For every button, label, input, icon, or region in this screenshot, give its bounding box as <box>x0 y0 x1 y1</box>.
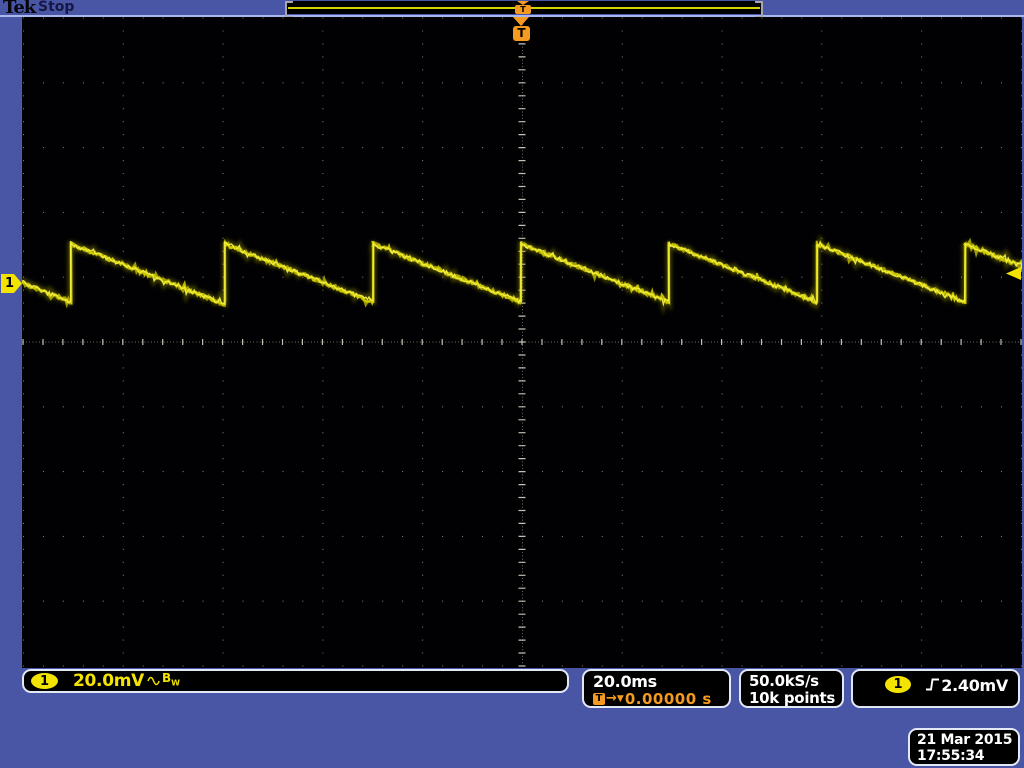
right-arrow-icon: → <box>606 690 617 706</box>
acquisition-preview-bar: T <box>285 1 763 18</box>
channel1-ground-marker: 1 <box>1 274 22 293</box>
sample-rate: 50.0kS/s <box>749 672 819 690</box>
acquisition-readout: 50.0kS/s 10k points <box>739 669 844 708</box>
trigger-level-value: 2.40mV <box>941 676 1008 695</box>
channel1-scale: 20.0mV <box>73 671 145 691</box>
preview-left-bracket-icon <box>285 1 293 18</box>
record-length: 10k points <box>749 689 836 707</box>
trigger-t-chip: T <box>593 692 605 705</box>
down-arrow-icon <box>513 17 529 26</box>
trigger-position-value: 0.00000 s <box>624 689 712 708</box>
trigger-readout: 1 2.40mV <box>851 669 1020 708</box>
trigger-position-marker: T <box>512 17 531 43</box>
trigger-t-label: T <box>515 5 531 14</box>
preview-right-bracket-icon <box>755 1 763 18</box>
channel1-badge: 1 <box>31 673 58 689</box>
rising-edge-icon <box>925 677 941 696</box>
datetime-readout: 21 Mar 2015 17:55:34 <box>908 728 1020 766</box>
timebase-scale: 20.0ms <box>593 672 657 691</box>
date-value: 21 Mar 2015 <box>917 732 1013 748</box>
trigger-t-label: T <box>513 26 530 41</box>
channel1-readout: 1 20.0mV BW <box>22 669 569 693</box>
time-value: 17:55:34 <box>917 748 985 764</box>
waveform-display <box>21 17 1022 668</box>
trigger-position-readout: T → ▼ 0.00000 s <box>593 689 729 708</box>
preview-trigger-position-icon: T <box>514 1 532 14</box>
delay-marker-icon: ▼ <box>616 693 624 704</box>
ac-coupling-icon <box>146 674 161 688</box>
bandwidth-limit-icon: BW <box>162 671 180 688</box>
acquisition-status: Stop <box>38 0 75 15</box>
horizontal-readout: 20.0ms T → ▼ 0.00000 s <box>582 669 731 708</box>
trigger-source-badge: 1 <box>885 676 911 693</box>
graticule-and-trace <box>22 17 1022 667</box>
